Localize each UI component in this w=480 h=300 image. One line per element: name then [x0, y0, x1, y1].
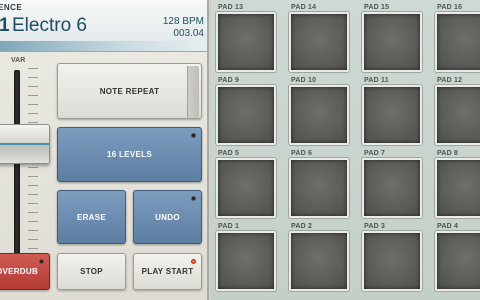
pad-14[interactable] [289, 12, 349, 72]
display-band [0, 41, 207, 51]
overdub-button[interactable]: OVERDUB [0, 253, 50, 290]
undo-button[interactable]: UNDO [133, 190, 202, 244]
pad-4[interactable] [435, 231, 480, 291]
display-header: ENCE [0, 3, 23, 12]
note-repeat-latch [187, 66, 199, 118]
stop-button[interactable]: STOP [57, 253, 126, 290]
erase-label: ERASE [76, 212, 107, 222]
sixteen-levels-label: 16 LEVELS [107, 150, 152, 159]
pad-12[interactable] [435, 85, 480, 145]
fader-label: VAR [11, 57, 26, 64]
pad-2[interactable] [289, 231, 349, 291]
sixteen-levels-button[interactable]: 16 LEVELS [57, 127, 202, 182]
pad-label: PAD 3 [364, 223, 386, 230]
pad-7[interactable] [362, 158, 422, 218]
pad-9[interactable] [216, 85, 276, 145]
pad-3[interactable] [362, 231, 422, 291]
pad-1[interactable] [216, 231, 276, 291]
pad-15[interactable] [362, 12, 422, 72]
pad-5[interactable] [216, 158, 276, 218]
pad-16[interactable] [435, 12, 480, 72]
fader-scale [28, 68, 38, 262]
play-start-led [191, 259, 196, 264]
sixteen-levels-led [191, 133, 196, 138]
pad-label: PAD 12 [437, 77, 463, 84]
pad-label: PAD 16 [437, 4, 463, 11]
pad-label: PAD 4 [437, 223, 459, 230]
pad-label: PAD 10 [291, 77, 317, 84]
play-start-label: PLAY START [141, 267, 194, 276]
pad-label: PAD 14 [291, 4, 317, 11]
control-panel: ENCE 1 Electro 6 128 BPM 003.04 VAR NOTE… [0, 0, 209, 300]
note-repeat-button[interactable]: NOTE REPEAT [57, 63, 202, 119]
pad-13[interactable] [216, 12, 276, 72]
pad-label: PAD 8 [437, 150, 459, 157]
sequence-name: Electro 6 [12, 15, 87, 36]
pad-label: PAD 1 [218, 223, 240, 230]
pad-label: PAD 6 [291, 150, 313, 157]
pad-label: PAD 9 [218, 77, 240, 84]
pad-11[interactable] [362, 85, 422, 145]
pad-label: PAD 11 [364, 77, 389, 84]
pad-10[interactable] [289, 85, 349, 145]
erase-button[interactable]: ERASE [57, 190, 126, 244]
undo-label: UNDO [155, 212, 180, 222]
sequence-display: ENCE 1 Electro 6 128 BPM 003.04 [0, 0, 207, 52]
overdub-label: OVERDUB [0, 267, 39, 276]
overdub-led [39, 259, 44, 264]
pad-label: PAD 13 [218, 4, 244, 11]
pad-grid: PAD 13 PAD 14 PAD 15 PAD 16 PAD 9 PAD 10… [211, 0, 480, 300]
note-repeat-label: NOTE REPEAT [99, 86, 160, 96]
undo-led [191, 196, 196, 201]
pad-8[interactable] [435, 158, 480, 218]
pad-6[interactable] [289, 158, 349, 218]
stop-label: STOP [80, 267, 103, 276]
pad-label: PAD 2 [291, 223, 313, 230]
pad-label: PAD 15 [364, 4, 390, 11]
position-readout: 003.04 [173, 28, 204, 39]
tempo-readout: 128 BPM [162, 16, 204, 27]
pad-label: PAD 7 [364, 150, 386, 157]
sequence-number: 1 [0, 15, 10, 36]
play-start-button[interactable]: PLAY START [133, 253, 202, 290]
pad-label: PAD 5 [218, 150, 240, 157]
fader-track [14, 70, 20, 260]
var-fader-handle[interactable] [0, 124, 50, 164]
